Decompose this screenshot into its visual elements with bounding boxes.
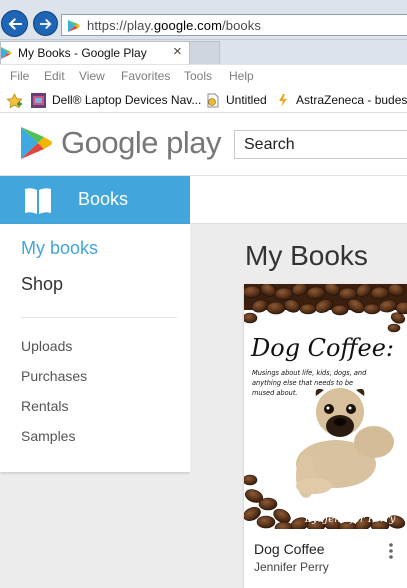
cover-title: Dog Coffee: [250, 334, 394, 362]
open-book-icon [25, 188, 51, 215]
menu-view[interactable]: View [79, 69, 105, 83]
back-arrow-icon [8, 17, 22, 30]
books-category-label: Books [78, 189, 129, 209]
menu-tools[interactable]: Tools [184, 69, 212, 83]
page-title: My Books [245, 240, 368, 271]
google-play-wordmark[interactable]: Google play [61, 125, 221, 161]
more-options-icon[interactable] [384, 542, 398, 560]
page-favicon-icon [207, 93, 219, 107]
menu-bar: File Edit View Favorites Tools Help [0, 64, 407, 88]
book-cover-art: Dog Coffee: Musings about life, kids, do… [244, 284, 407, 529]
browser-window: https://play.google.com/books My Books -… [0, 0, 407, 588]
favorite-untitled[interactable]: Untitled [205, 91, 267, 109]
menu-file[interactable]: File [10, 69, 29, 83]
cover-subtitle-line-1: Musings about life, kids, dogs, and [252, 369, 367, 377]
book-author[interactable]: Jennifer Perry [254, 560, 329, 574]
book-card[interactable]: Dog Coffee: Musings about life, kids, do… [244, 284, 407, 588]
google-play-logo-icon[interactable] [20, 126, 52, 160]
url-field[interactable]: https://play.google.com/books [61, 14, 407, 36]
sidebar-item-purchases[interactable]: Purchases [21, 368, 87, 384]
forward-button[interactable] [33, 11, 58, 36]
google-play-header: Google play [0, 113, 407, 176]
astrazeneca-favicon-icon [279, 93, 287, 107]
menu-help[interactable]: Help [229, 69, 254, 83]
sidebar-item-uploads[interactable]: Uploads [21, 338, 72, 354]
google-play-tab-icon [1, 47, 12, 59]
google-play-favicon-icon [68, 20, 80, 32]
tab-strip: My Books - Google Play × [0, 40, 407, 64]
tab-my-books[interactable]: My Books - Google Play × [0, 41, 190, 64]
favorite-astrazeneca[interactable]: AstraZeneca - budeso [275, 91, 407, 109]
cover-subtitle-line-3: mused about. [252, 389, 298, 397]
menu-favorites[interactable]: Favorites [121, 69, 170, 83]
books-category-header[interactable]: Books [0, 176, 190, 224]
search-input[interactable] [235, 131, 407, 158]
sidebar-item-shop[interactable]: Shop [21, 274, 63, 295]
tab-title: My Books - Google Play [18, 46, 147, 60]
subheader-bar [190, 176, 407, 224]
cover-author: By: Jennifer Perry [304, 514, 396, 525]
forward-arrow-icon [39, 18, 52, 29]
favorite-dell[interactable]: Dell® Laptop Devices Nav... [31, 91, 201, 109]
url-text: https://play.google.com/books [87, 18, 261, 33]
sidebar-item-my-books[interactable]: My books [21, 238, 98, 259]
dell-favicon-icon [31, 92, 46, 108]
address-bar-row: https://play.google.com/books [0, 0, 407, 40]
favorites-star-icon[interactable] [6, 93, 23, 109]
sidebar-item-rentals[interactable]: Rentals [21, 398, 68, 414]
search-box[interactable] [234, 130, 407, 159]
sidebar-divider [21, 317, 177, 318]
cover-subtitle-line-2: anything else that needs to be [252, 379, 353, 387]
favorites-bar: Dell® Laptop Devices Nav... Untitled Ast… [0, 88, 407, 113]
back-button[interactable] [1, 10, 28, 37]
new-tab-button[interactable] [190, 41, 220, 64]
book-cover[interactable]: Dog Coffee: Musings about life, kids, do… [244, 284, 407, 529]
book-title[interactable]: Dog Coffee [254, 541, 325, 557]
sidebar: My books Shop Uploads Purchases Rentals … [0, 224, 190, 472]
sidebar-item-samples[interactable]: Samples [21, 428, 75, 444]
menu-edit[interactable]: Edit [44, 69, 65, 83]
close-tab-icon[interactable]: × [173, 44, 182, 60]
